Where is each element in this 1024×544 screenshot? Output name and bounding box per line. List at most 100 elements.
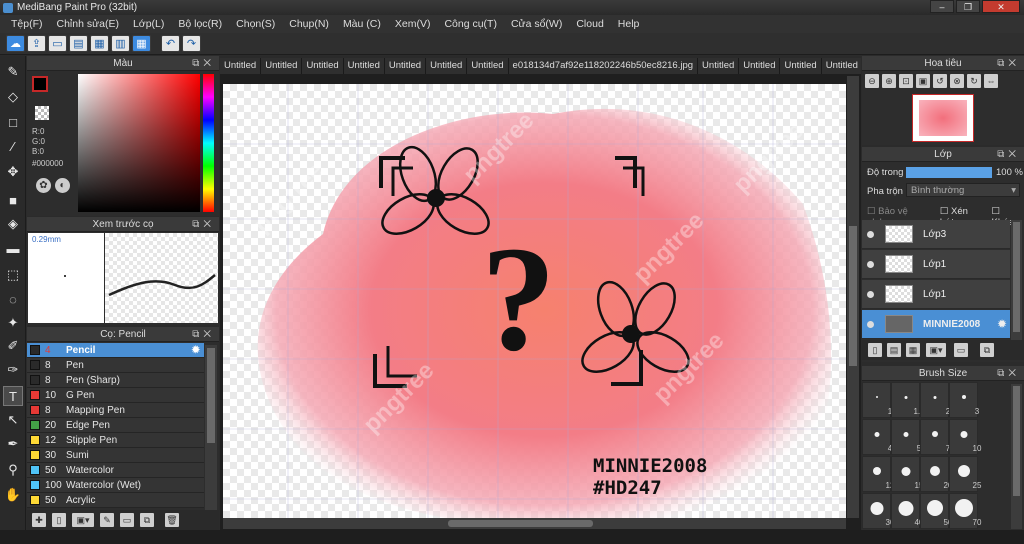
fill-rect-tool-icon[interactable]: ■ — [3, 190, 23, 210]
pages-icon[interactable]: ▥ — [111, 35, 130, 52]
cloud-icon[interactable]: ☁ — [6, 35, 25, 52]
close-button[interactable]: ✕ — [982, 0, 1020, 13]
tab-document[interactable]: e018134d7af92e118202246b50ec8216.jpg — [508, 58, 699, 74]
tab-document[interactable]: Untitled — [220, 58, 262, 74]
navigator-thumbnail[interactable] — [912, 94, 974, 142]
blend-mode-select[interactable]: Bình thường ▾ — [906, 183, 1020, 197]
menu-layer[interactable]: Lớp(L) — [126, 15, 171, 33]
tab-document[interactable]: Untitled — [426, 58, 468, 74]
visibility-icon[interactable] — [867, 230, 874, 238]
rotate-right-icon[interactable]: ↻ — [967, 74, 981, 88]
menu-filter[interactable]: Bộ lọc(R) — [171, 15, 229, 33]
panel-controls-icon[interactable]: ⧉✕ — [192, 56, 215, 71]
brush-item[interactable]: 100 Watercolor (Wet) — [27, 478, 204, 493]
new-layer-icon[interactable]: ▯ — [868, 343, 882, 357]
panel-controls-icon[interactable]: ⧉✕ — [192, 217, 215, 232]
zoom-in-icon[interactable]: ⊕ — [882, 74, 896, 88]
minimize-button[interactable]: – — [930, 0, 954, 13]
canvas-vertical-scrollbar[interactable] — [847, 76, 859, 518]
menu-select[interactable]: Chọn(S) — [229, 15, 282, 33]
brush-item[interactable]: 10 G Pen — [27, 388, 204, 403]
layer-list-scrollbar[interactable] — [1011, 220, 1022, 340]
dot-tool-icon[interactable]: ⁄ — [3, 136, 23, 156]
page-icon[interactable]: ▦ — [90, 35, 109, 52]
gear-icon[interactable]: ✹ — [192, 345, 200, 356]
brush-tool-icon[interactable]: ✎ — [3, 62, 23, 82]
menu-tools[interactable]: Công cụ(T) — [437, 15, 504, 33]
new-8bit-layer-icon[interactable]: ▦ — [906, 343, 920, 357]
brush-size-option[interactable]: 30 — [862, 493, 894, 529]
tab-document[interactable]: Untitled — [698, 58, 740, 74]
zoom-out-icon[interactable]: ⊖ — [865, 74, 879, 88]
brush-list-scrollbar[interactable] — [205, 345, 217, 510]
brush-item[interactable]: 4 Pencil ✹ — [27, 343, 204, 358]
brush-size-option[interactable]: 10 — [949, 419, 981, 455]
brush-size-option[interactable]: 1 — [862, 382, 892, 418]
menu-edit[interactable]: Chỉnh sửa(E) — [50, 15, 126, 33]
text-tool-icon[interactable]: T — [3, 386, 23, 406]
menu-file[interactable]: Tệp(F) — [4, 15, 50, 33]
dropper-tool-icon[interactable]: ⚲ — [3, 460, 23, 480]
brush-size-option[interactable]: 40 — [891, 493, 923, 529]
lasso-tool-icon[interactable]: ◌ — [3, 289, 23, 309]
brush-item[interactable]: 50 Acrylic — [27, 493, 204, 508]
share-icon[interactable]: ⇪ — [27, 35, 46, 52]
brush-item[interactable]: 8 Pen — [27, 358, 204, 373]
brush-size-option[interactable]: 15 — [891, 456, 923, 492]
brush-size-option[interactable]: 3 — [949, 382, 979, 418]
brush-item[interactable]: 8 Pen (Sharp) — [27, 373, 204, 388]
brush-item[interactable]: 12 Stipple Pen — [27, 433, 204, 448]
menu-view[interactable]: Xem(V) — [388, 15, 438, 33]
folder-icon[interactable]: ▭ — [120, 513, 134, 527]
comment-icon[interactable]: ▭ — [48, 35, 67, 52]
layer-item[interactable]: Lớp1 — [862, 250, 1010, 279]
brush-item[interactable]: 50 Watercolor — [27, 463, 204, 478]
brush-item[interactable]: 30 Sumi — [27, 448, 204, 463]
new-halftone-layer-icon[interactable]: ▤ — [887, 343, 901, 357]
visibility-icon[interactable] — [867, 260, 874, 268]
palette-icon[interactable]: ✿ — [36, 178, 51, 193]
eyedropper-tool-icon[interactable]: ✒ — [3, 434, 23, 454]
reset-rotation-icon[interactable]: ⊗ — [950, 74, 964, 88]
saturation-value-picker[interactable] — [78, 74, 200, 212]
brush-size-option[interactable]: 2 — [920, 382, 950, 418]
layer-add-menu-icon[interactable]: ▣▾ — [926, 343, 946, 357]
copy-icon[interactable]: ⧉ — [140, 513, 154, 527]
tab-document[interactable]: Untitled — [302, 58, 344, 74]
brush-size-option[interactable]: 5 — [891, 419, 921, 455]
select-eraser-tool-icon[interactable]: ✑ — [3, 360, 23, 380]
canvas-horizontal-scrollbar[interactable] — [223, 518, 846, 529]
operation-tool-icon[interactable]: ↖ — [3, 410, 23, 430]
hand-tool-icon[interactable]: ✋ — [3, 485, 23, 505]
tab-document[interactable]: Untitled — [739, 58, 781, 74]
brush-size-option[interactable]: 4 — [862, 419, 892, 455]
tab-document[interactable]: Untitled — [261, 58, 303, 74]
brush-size-option[interactable]: 7 — [920, 419, 950, 455]
eraser-tool-icon[interactable]: ◇ — [3, 87, 23, 107]
maximize-button[interactable]: ❐ — [956, 0, 980, 13]
layer-item[interactable]: Lớp1 — [862, 280, 1010, 309]
brush-new-icon[interactable]: ▯ — [52, 513, 66, 527]
fit-window-icon[interactable]: ⊡ — [899, 74, 913, 88]
brush-size-option[interactable]: 25 — [949, 456, 981, 492]
panel-controls-icon[interactable]: ⧉✕ — [997, 56, 1020, 71]
color-wheel-icon[interactable]: ◐ — [55, 178, 70, 193]
menu-color[interactable]: Màu (C) — [336, 15, 388, 33]
brush-size-scrollbar[interactable] — [1011, 384, 1022, 529]
brush-size-option[interactable]: 50 — [920, 493, 952, 529]
opacity-slider[interactable] — [906, 167, 992, 178]
menu-snap[interactable]: Chụp(N) — [282, 15, 336, 33]
actual-size-icon[interactable]: ▣ — [916, 74, 930, 88]
undo-button[interactable]: ↶ — [161, 35, 180, 52]
gradient-tool-icon[interactable]: ▬ — [3, 238, 23, 258]
trash-icon[interactable]: 🗑 — [165, 513, 179, 527]
brush-size-option[interactable]: 20 — [920, 456, 952, 492]
redo-button[interactable]: ↷ — [182, 35, 201, 52]
tab-document[interactable]: Untitled — [780, 58, 822, 74]
layer-duplicate-icon[interactable]: ⧉ — [980, 343, 994, 357]
layer-item[interactable]: Lớp3 — [862, 220, 1010, 249]
panel-controls-icon[interactable]: ⧉✕ — [192, 327, 215, 342]
layer-item[interactable]: MINNIE2008 ✹ — [862, 310, 1010, 339]
tab-document[interactable]: Untitled — [467, 58, 509, 74]
brush-size-option[interactable]: 70 — [949, 493, 981, 529]
